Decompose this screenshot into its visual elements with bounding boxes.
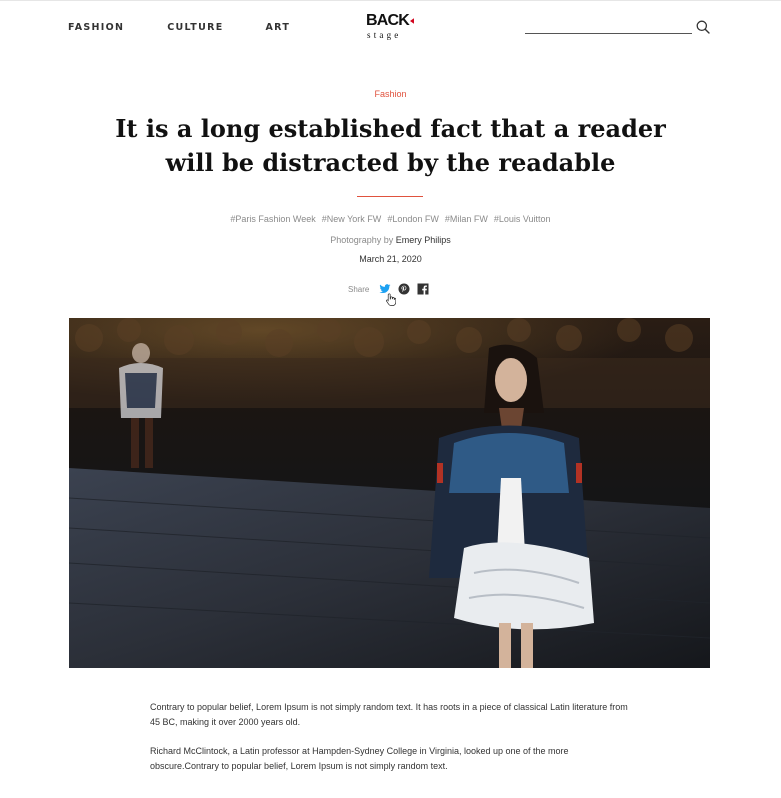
pinterest-icon[interactable] [398, 283, 410, 295]
search-input[interactable] [525, 18, 692, 34]
logo-sub: stage [367, 30, 402, 40]
credit-name[interactable]: Emery Philips [396, 235, 451, 245]
article-title-line-2: will be distracted by the readable [165, 148, 616, 177]
title-divider [357, 196, 423, 197]
hero-image [69, 318, 710, 668]
share-label: Share [348, 284, 370, 294]
site-logo[interactable]: BACK stage [366, 12, 414, 42]
facebook-icon[interactable] [417, 283, 429, 295]
tag[interactable]: #New York FW [322, 214, 382, 224]
credit-prefix: Photography by [330, 235, 394, 245]
body-paragraph: Richard McClintock, a Latin professor at… [150, 746, 569, 771]
hand-cursor-icon [386, 293, 396, 306]
tag[interactable]: #Milan FW [445, 214, 488, 224]
top-border [0, 0, 781, 1]
search-bar [525, 18, 712, 36]
main-nav: FASHION CULTURE ART [68, 22, 290, 33]
article-category[interactable]: Fashion [0, 89, 781, 99]
tag[interactable]: #London FW [387, 214, 439, 224]
tag[interactable]: #Louis Vuitton [494, 214, 551, 224]
nav-art[interactable]: ART [266, 22, 291, 33]
article-title: It is a long established fact that a rea… [110, 112, 671, 180]
article-title-line-1: It is a long established fact that a rea… [115, 114, 666, 143]
search-icon[interactable] [696, 20, 710, 34]
nav-culture[interactable]: CULTURE [167, 22, 223, 33]
tag-list: #Paris Fashion Week #New York FW #London… [0, 214, 781, 224]
body-paragraph: Contrary to popular belief, Lorem Ipsum … [150, 702, 628, 727]
logo-arrow-icon [410, 18, 414, 24]
article-body: Contrary to popular belief, Lorem Ipsum … [150, 700, 630, 788]
logo-word: BACK [366, 12, 410, 29]
publish-date: March 21, 2020 [359, 254, 422, 264]
photo-credit: Photography by Emery Philips [0, 235, 781, 245]
tag[interactable]: #Paris Fashion Week [230, 214, 315, 224]
nav-fashion[interactable]: FASHION [68, 22, 124, 33]
